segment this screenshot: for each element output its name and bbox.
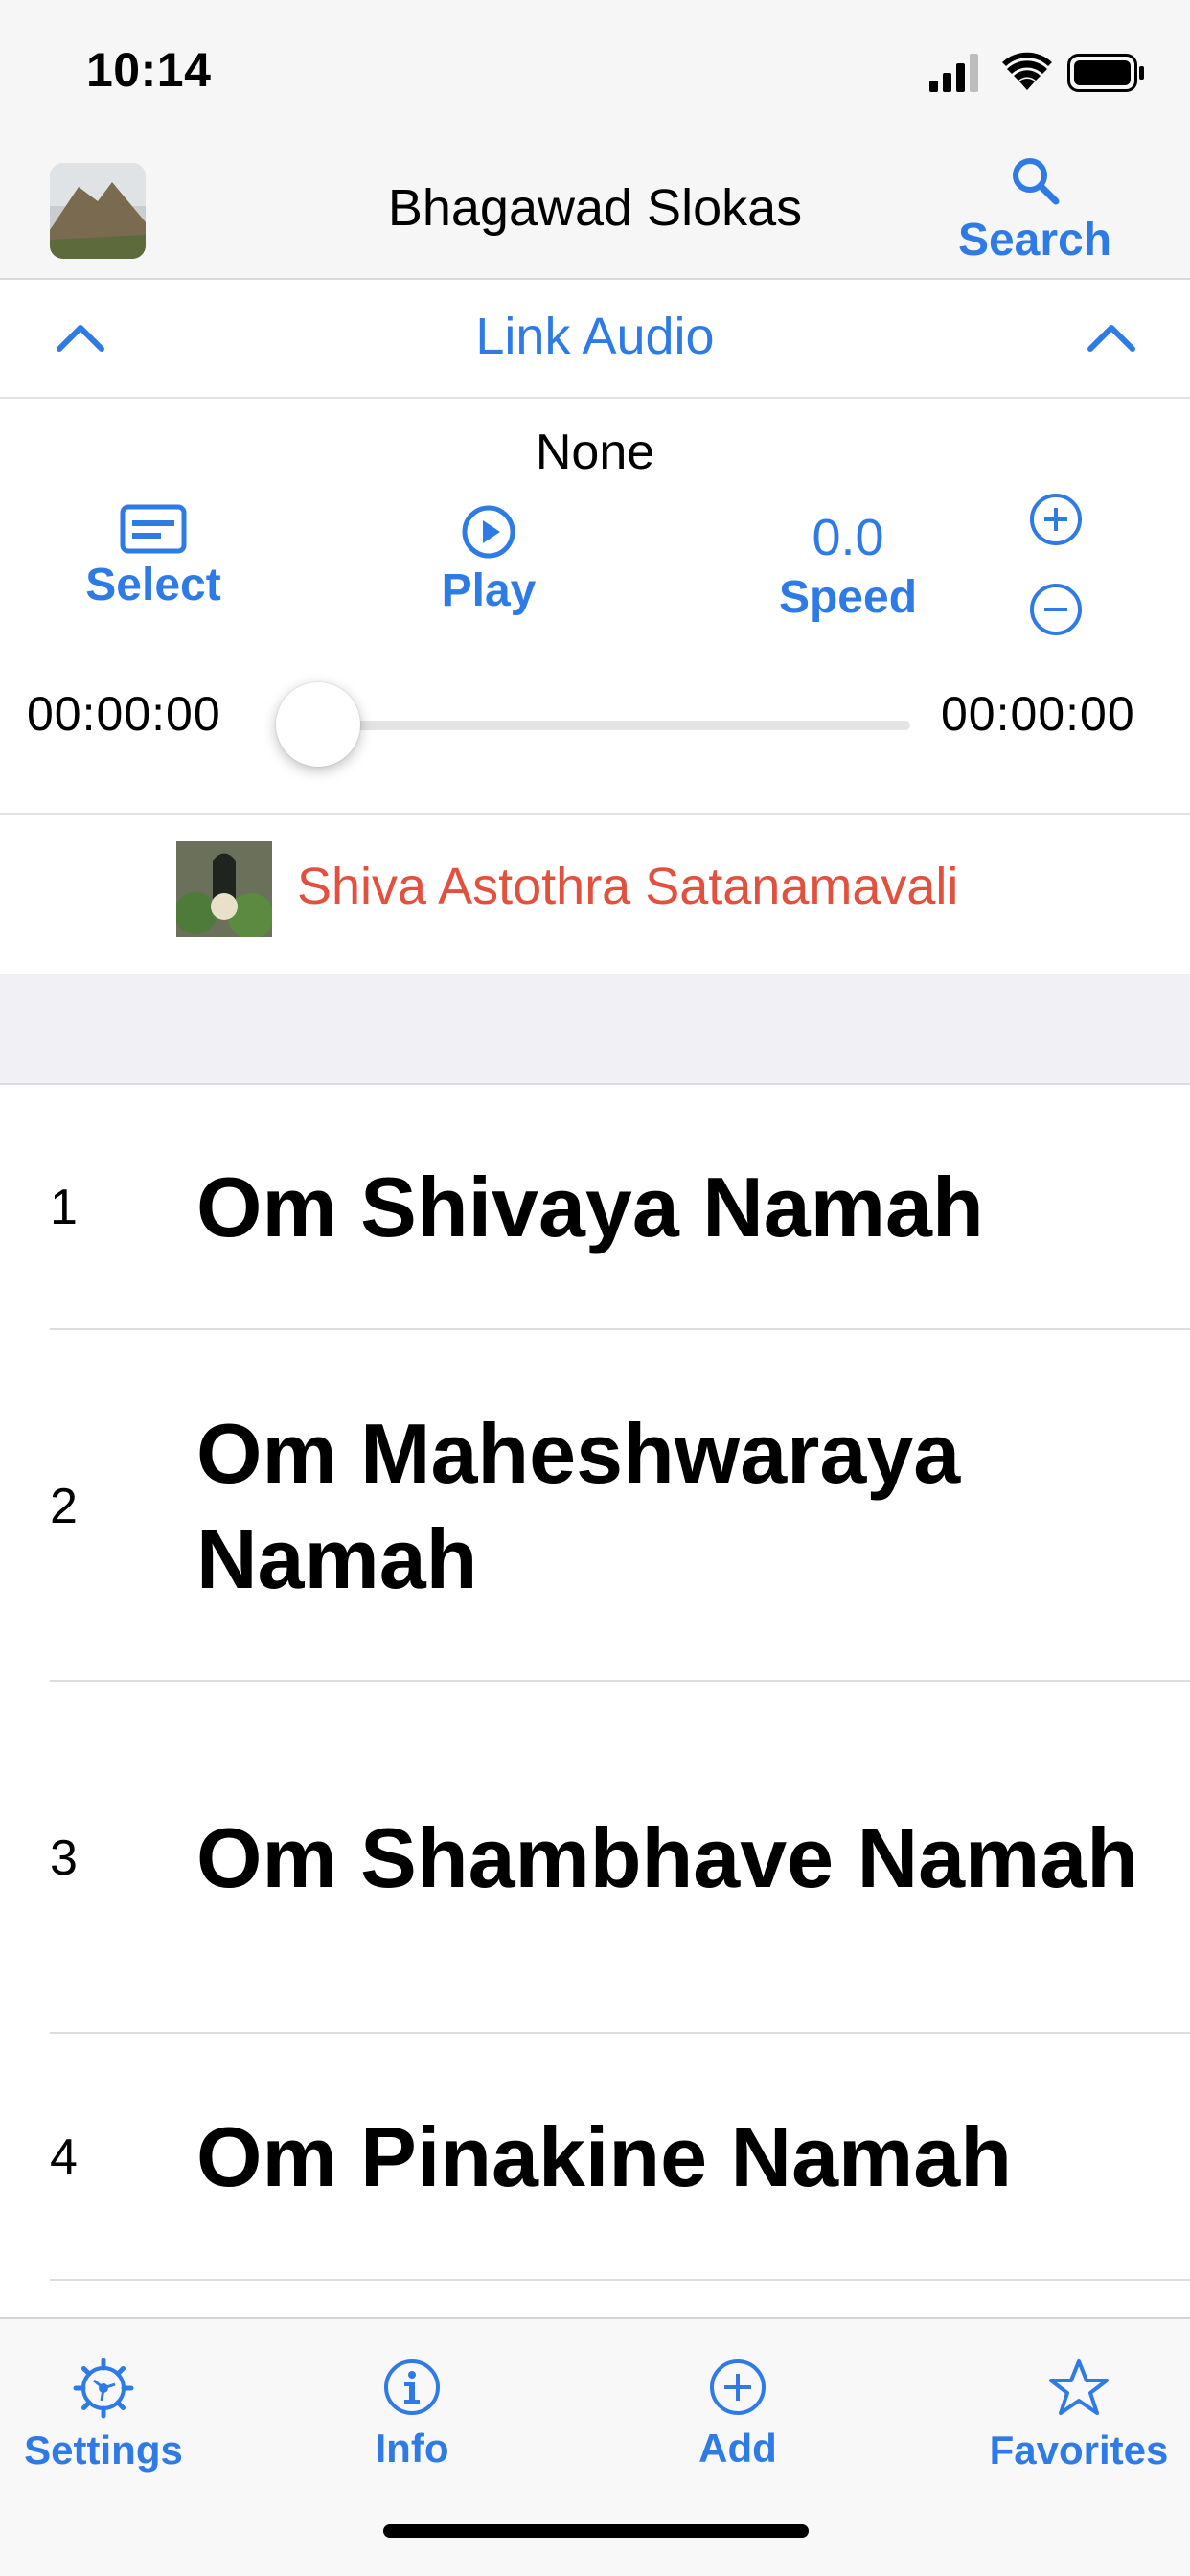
sloka-number: 2: [50, 1478, 78, 1534]
tab-favorites-label: Favorites: [989, 2427, 1169, 2472]
gear-icon: [73, 2358, 134, 2419]
list-item[interactable]: 1 Om Shivaya Namah: [0, 1085, 1190, 1330]
status-time: 10:14: [86, 43, 212, 97]
search-label: Search: [957, 215, 1112, 265]
total-duration: 00:00:00: [941, 687, 1135, 741]
select-card-icon: [120, 504, 187, 554]
select-label: Select: [85, 560, 221, 610]
list-item[interactable]: 3 Om Shambhave Namah: [0, 1682, 1190, 2034]
sloka-number: 1: [50, 1180, 78, 1235]
sloka-number: 3: [50, 1829, 78, 1886]
sloka-title-header: Shiva Astothra Satanamavali: [0, 816, 1190, 974]
section-spacer: [0, 974, 1190, 1085]
list-item[interactable]: 2 Om Maheshwaraya Namah: [0, 1330, 1190, 1682]
list-item[interactable]: 4 Om Pinakine Namah: [0, 2034, 1190, 2281]
audio-player: None Select Play 0.0 Speed 00:00:00 00:0…: [0, 399, 1190, 815]
tab-add-label: Add: [698, 2426, 777, 2471]
tab-info[interactable]: Info: [316, 2358, 508, 2472]
plus-circle-icon: [710, 2359, 766, 2415]
tab-add[interactable]: Add: [642, 2358, 834, 2472]
sloka-text: Om Shambhave Namah: [196, 1809, 1138, 1905]
audio-file-name: None: [535, 425, 655, 480]
play-circle-icon: [462, 505, 515, 559]
search-icon: [1013, 158, 1060, 205]
sloka-collection-title: Shiva Astothra Satanamavali: [297, 858, 959, 915]
search-button[interactable]: Search: [939, 153, 1131, 268]
link-audio-bar: Link Audio: [0, 280, 1190, 399]
speed-control: 0.0 Speed: [743, 504, 953, 624]
battery-icon: [1067, 54, 1144, 92]
audio-progress-thumb[interactable]: [276, 682, 360, 767]
deity-thumbnail: [176, 841, 272, 937]
play-label: Play: [441, 565, 537, 616]
link-audio-button[interactable]: Link Audio: [0, 307, 1190, 366]
star-icon: [1049, 2359, 1109, 2415]
speed-value: 0.0: [812, 509, 884, 566]
audio-progress-track[interactable]: [316, 721, 910, 730]
sloka-text: Om Maheshwaraya Namah: [196, 1405, 961, 1606]
navigation-bar: Bhagawad Slokas Search: [0, 144, 1190, 280]
speed-label: Speed: [778, 572, 918, 623]
sloka-number: 4: [50, 2129, 78, 2185]
tab-info-label: Info: [375, 2426, 449, 2471]
sloka-text: Om Shivaya Namah: [196, 1160, 984, 1254]
tab-favorites[interactable]: Favorites: [968, 2358, 1190, 2473]
minus-circle-icon[interactable]: [1027, 581, 1085, 638]
cellular-signal-icon: [929, 54, 978, 92]
sloka-text: Om Pinakine Namah: [196, 2109, 1012, 2204]
tab-settings[interactable]: Settings: [0, 2358, 207, 2473]
wifi-icon: [1002, 52, 1052, 90]
sloka-list: 1 Om Shivaya Namah 2 Om Maheshwaraya Nam…: [0, 1085, 1190, 2281]
plus-circle-icon[interactable]: [1027, 491, 1085, 548]
status-bar: 10:14: [0, 0, 1190, 144]
play-button[interactable]: Play: [402, 504, 575, 617]
elapsed-time: 00:00:00: [27, 687, 221, 741]
home-indicator: [383, 2524, 809, 2538]
select-audio-button[interactable]: Select: [67, 504, 240, 611]
info-icon: [384, 2359, 440, 2415]
tab-settings-label: Settings: [24, 2427, 183, 2472]
chevron-up-icon[interactable]: [1083, 312, 1140, 360]
